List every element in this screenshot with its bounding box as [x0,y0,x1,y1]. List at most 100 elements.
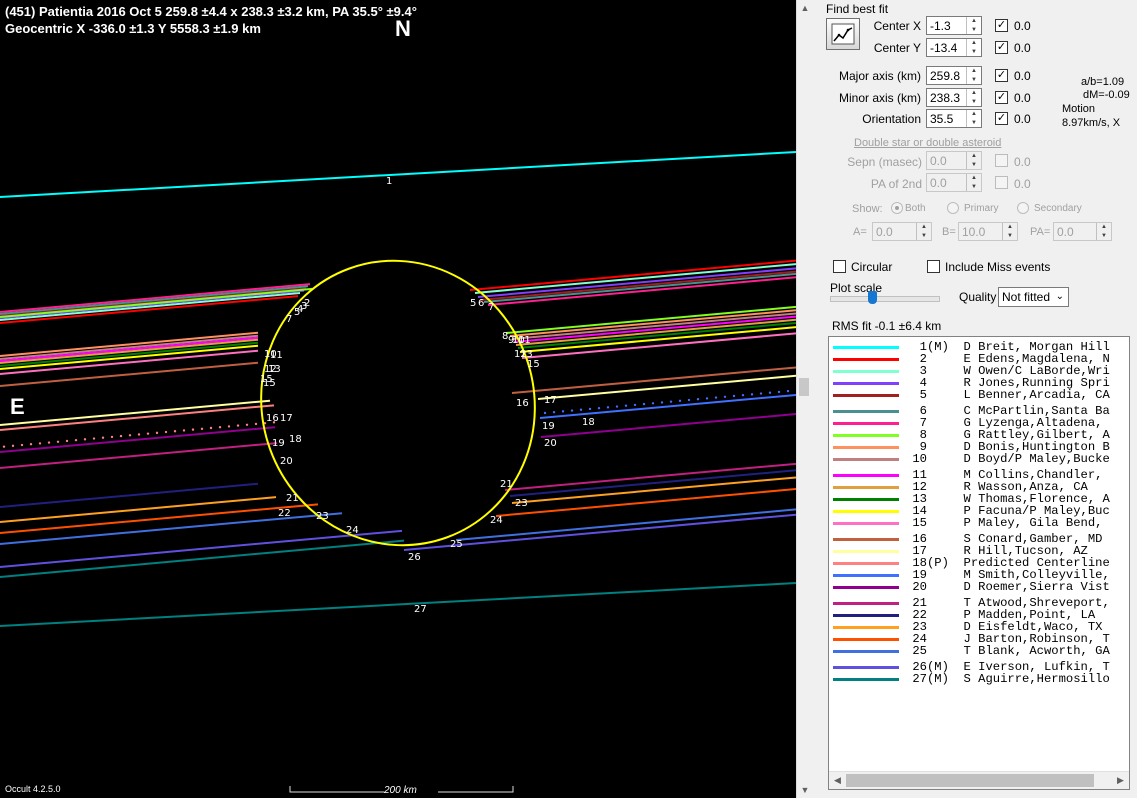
chord-line [0,426,276,453]
fit-panel: Find best fit Center X -1.3 ▲ ▼ ✓ 0.0 Cent… [812,0,1137,798]
show-primary-radio[interactable] [947,202,959,214]
minor-axis-input[interactable]: 238.3 ▲ ▼ [926,88,982,107]
centerline-dot [110,435,114,439]
scroll-down-icon[interactable]: ▼ [797,782,813,798]
legend-swatch [833,394,899,397]
legend-list[interactable]: 1(M) D Breit, Morgan Hill 2 E Edens,Magd… [828,336,1130,790]
chord-line [504,462,796,491]
centerline-dot [20,443,24,447]
center-x-fit: 0.0 [1014,19,1031,33]
legend-swatch [833,434,899,437]
center-x-input[interactable]: -1.3 ▲ ▼ [926,16,982,35]
include-miss-checkbox[interactable] [927,260,940,273]
legend-swatch [833,458,899,461]
hscroll-thumb[interactable] [846,774,1094,787]
centerline-dot [182,429,186,432]
vertical-scrollbar[interactable]: ▲ ▼ [796,0,813,798]
chord-line [540,413,796,438]
orientation-input[interactable]: 35.5 ▲ ▼ [926,109,982,128]
chord-label: 19 [542,421,555,432]
sepn-label: Sepn (masec) [847,155,922,169]
pa2nd-input[interactable]: 0.0 ▲ ▼ [926,173,982,192]
quality-label: Quality [959,290,997,304]
centerline-dot [83,438,87,441]
scroll-right-icon[interactable]: ▶ [1112,772,1129,789]
legend-swatch [833,510,899,513]
legend-swatch [833,422,899,425]
chord-label: 20 [544,438,557,449]
center-y-checkbox[interactable]: ✓ [995,41,1008,54]
legend-text: 5 L Benner,Arcadia, CA [905,388,1110,402]
chord-label: 25 [450,539,463,550]
legend-swatch [833,474,899,477]
centerline-dot [624,404,628,407]
scroll-thumb[interactable] [799,378,809,396]
centerline-dot [660,401,664,404]
legend-row[interactable]: 27(M) S Aguirre,Hermosillo [829,672,1129,686]
chord-label: 17 [280,413,293,424]
chord-line [0,404,275,431]
a-input[interactable]: 0.0 ▲ ▼ [872,222,932,241]
scroll-up-icon[interactable]: ▲ [797,0,813,16]
legend-swatch [833,538,899,541]
plot-scale-slider-thumb[interactable] [868,291,877,304]
legend-text: 27(M) S Aguirre,Hermosillo [905,672,1110,686]
motion-value: 8.97km/s, X [1062,117,1121,129]
show-both-radio[interactable] [891,202,903,214]
chord-label: 6 [478,298,484,309]
rms-fit-label: RMS fit -0.1 ±6.4 km [832,319,942,333]
legend-swatch [833,626,899,629]
legend-row[interactable]: 10 D Boyd/P Maley,Bucke [829,452,1129,466]
scroll-left-icon[interactable]: ◀ [829,772,846,789]
legend-row[interactable]: 25 T Blank, Acworth, GA [829,644,1129,658]
chord-label: 24 [490,515,503,526]
plot-scale-slider-track[interactable] [830,296,940,302]
major-axis-checkbox[interactable]: ✓ [995,69,1008,82]
centerline-dot [696,398,700,401]
sepn-checkbox[interactable] [995,154,1008,167]
chord-label: 11 [518,335,531,346]
legend-row[interactable]: 5 L Benner,Arcadia, CA [829,388,1129,402]
centerline-dot [38,442,42,445]
version-label: Occult 4.2.5.0 [5,784,61,794]
pa-input[interactable]: 0.0 ▲ ▼ [1053,222,1112,241]
legend-swatch [833,602,899,605]
center-x-checkbox[interactable]: ✓ [995,19,1008,32]
orientation-checkbox[interactable]: ✓ [995,112,1008,125]
centerline-dot [11,444,15,448]
chord-label: 5 [294,307,300,318]
chord-line [0,331,259,357]
centerline-dot [750,393,754,396]
quality-select[interactable]: Not fitted ⌄ [998,287,1069,307]
centerline-dot [137,433,141,436]
centerline-dot [209,426,213,430]
legend-swatch [833,410,899,413]
occultation-plot[interactable]: 1 27 2 3 4 5 7 5 6 7 8 9 10 11 13 12 15 10 11 12 13 15 16 17 18 1… [0,0,796,798]
legend-swatch [833,678,899,681]
show-secondary-radio[interactable] [1017,202,1029,214]
center-y-input[interactable]: -13.4 ▲ ▼ [926,38,982,57]
sepn-input[interactable]: 0.0 ▲ ▼ [926,151,982,170]
pa2nd-checkbox[interactable] [995,176,1008,189]
centerline-dot [218,426,222,429]
minor-axis-label: Minor axis (km) [838,91,921,105]
legend-row[interactable]: 15 P Maley, Gila Bend, [829,516,1129,530]
ab-ratio: a/b=1.09 [1081,76,1125,88]
minor-axis-checkbox[interactable]: ✓ [995,91,1008,104]
centerline-dot [714,396,718,399]
legend-row[interactable]: 20 D Roemer,Sierra Vist [829,580,1129,594]
major-axis-input[interactable]: 259.8 ▲ ▼ [926,66,982,85]
circular-checkbox[interactable] [833,260,846,273]
b-input[interactable]: 10.0 ▲ ▼ [958,222,1018,241]
centerline-dot [128,434,132,437]
chord-line [0,442,278,469]
center-y-label: Center Y [873,41,921,55]
centerline-dot [633,403,637,407]
east-label: E [10,394,25,419]
centerline-dot [155,431,159,435]
double-star-link[interactable]: Double star or double asteroid [854,137,1001,149]
orientation-fit: 0.0 [1014,112,1031,126]
horizontal-scrollbar[interactable]: ◀ ▶ [829,771,1129,789]
centerline-dot [777,390,781,394]
find-best-fit-label: Find best fit [826,2,889,16]
